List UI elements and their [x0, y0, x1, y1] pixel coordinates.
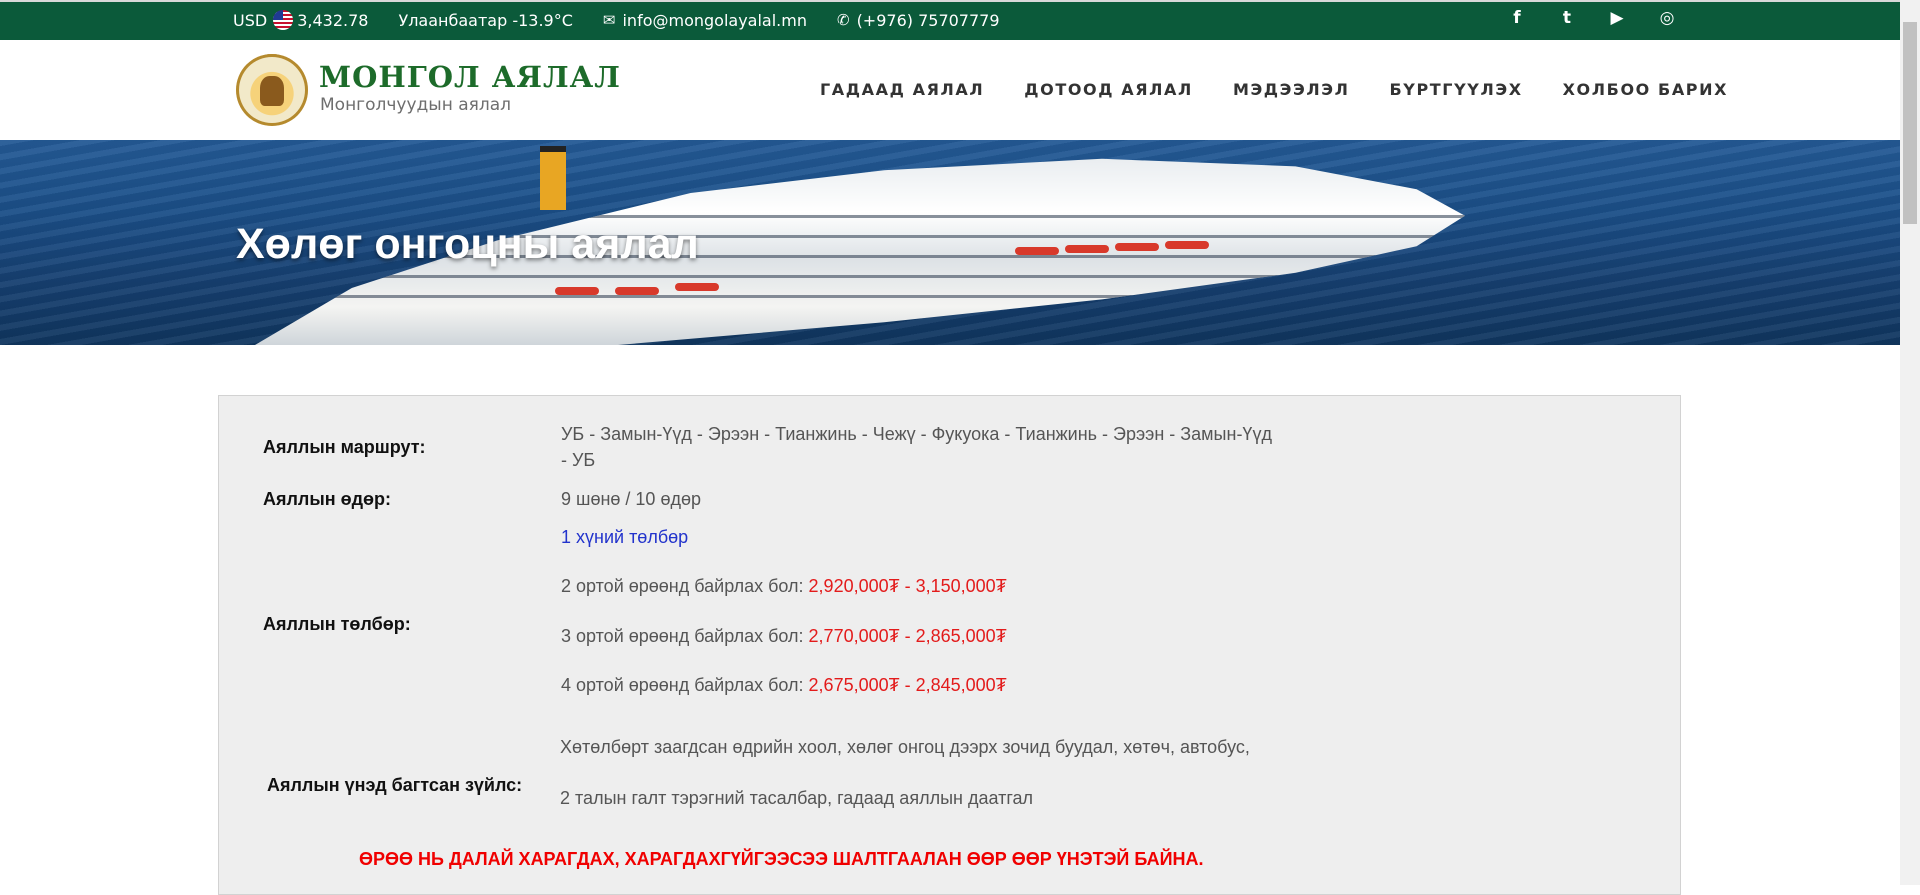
top-info-bar: USD 3,432.78 Улаанбаатар -13.9°C ✉ info@… [0, 0, 1900, 40]
phone-text: (+976) 75707779 [856, 10, 1000, 30]
logo-subtitle: Монголчуудын аялал [320, 95, 512, 115]
price-row-text: 3 ортой өрөөнд байрлах бол: [561, 626, 809, 646]
price-range: 2,675,000₮ - 2,845,000₮ [808, 675, 1007, 695]
logo-title[interactable]: МОНГОЛ АЯЛАЛ [319, 60, 621, 94]
phone-icon: ✆ [836, 11, 850, 29]
price-row-text: 2 ортой өрөөнд байрлах бол: [561, 576, 809, 596]
price-row-double: 2 ортой өрөөнд байрлах бол: 2,920,000₮ -… [561, 576, 1007, 597]
scrollbar-thumb[interactable] [1903, 22, 1917, 224]
social-links: f t ▶ ◎ [1492, 8, 1692, 28]
page-title: Хөлөг онгоцны аялал [236, 220, 699, 268]
currency-value: 3,432.78 [297, 10, 369, 30]
price-row-quad: 4 ортой өрөөнд байрлах бол: 2,675,000₮ -… [561, 675, 1007, 696]
email-text: info@mongolayalal.mn [622, 10, 807, 30]
us-flag-icon [273, 10, 294, 30]
envelope-icon: ✉ [602, 11, 616, 29]
price-range: 2,770,000₮ - 2,865,000₮ [808, 626, 1007, 646]
nav-contact[interactable]: ХОЛБОО БАРИХ [1563, 80, 1728, 99]
page-scrollbar[interactable] [1900, 0, 1920, 885]
price-range: 2,920,000₮ - 3,150,000₮ [808, 576, 1007, 596]
logo-emblem-icon[interactable] [236, 54, 308, 126]
facebook-icon[interactable]: f [1492, 8, 1542, 28]
currency-rate: USD 3,432.78 [233, 10, 368, 30]
route-value-line1: УБ - Замын-Үүд - Эрээн - Тианжинь - Чежү… [561, 424, 1272, 444]
email-link[interactable]: ✉ info@mongolayalal.mn [603, 11, 807, 30]
nav-register[interactable]: БҮРТГҮҮЛЭХ [1389, 80, 1522, 99]
price-label: Аяллын төлбөр: [263, 614, 411, 634]
nav-information[interactable]: МЭДЭЭЛЭЛ [1233, 80, 1350, 99]
instagram-icon[interactable]: ◎ [1642, 8, 1692, 28]
ship-funnel [540, 146, 566, 210]
weather-text: Улаанбаатар -13.9°C [398, 10, 573, 30]
phone-link[interactable]: ✆ (+976) 75707779 [837, 11, 1000, 30]
included-line1: Хөтөлбөрт заагдсан өдрийн хоол, хөлөг он… [560, 737, 1250, 757]
youtube-icon[interactable]: ▶ [1592, 8, 1642, 28]
days-value: 9 шөнө / 10 өдөр [561, 489, 701, 509]
days-label: Аяллын өдөр: [263, 489, 392, 509]
price-per-person-link[interactable]: 1 хүний төлбөр [561, 527, 688, 548]
hero-banner: Хөлөг онгоцны аялал [0, 140, 1900, 345]
weather-info: Улаанбаатар -13.9°C [398, 11, 572, 30]
price-row-triple: 3 ортой өрөөнд байрлах бол: 2,770,000₮ -… [561, 626, 1007, 647]
main-nav: ГАДААД АЯЛАЛ ДОТООД АЯЛАЛ МЭДЭЭЛЭЛ БҮРТГ… [820, 80, 1768, 99]
twitter-icon[interactable]: t [1542, 8, 1592, 28]
route-label: Аяллын маршрут: [263, 437, 426, 457]
currency-label: USD [233, 10, 268, 30]
included-label: Аяллын үнэд багтсан зүйлс: [267, 775, 523, 795]
included-line2: 2 талын галт тэрэгний тасалбар, гадаад а… [560, 788, 1034, 808]
nav-domestic-travel[interactable]: ДОТООД АЯЛАЛ [1024, 80, 1193, 99]
site-header: МОНГОЛ АЯЛАЛ Монголчуудын аялал ГАДААД А… [0, 40, 1900, 140]
route-value-line2: - УБ [561, 450, 596, 470]
nav-foreign-travel[interactable]: ГАДААД АЯЛАЛ [820, 80, 984, 99]
room-price-notice: ӨРӨӨ НЬ ДАЛАЙ ХАРАГДАХ, ХАРАГДАХГҮЙГЭЭСЭ… [359, 849, 1204, 869]
price-row-text: 4 ортой өрөөнд байрлах бол: [561, 675, 809, 695]
